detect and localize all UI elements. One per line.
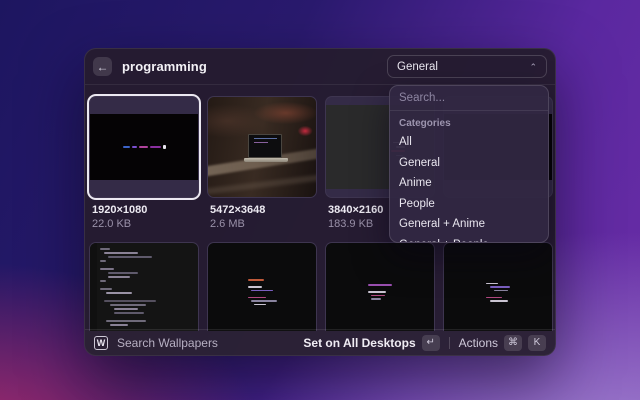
category-select[interactable]: General ⌃: [387, 55, 547, 78]
header: ← programming General ⌃: [85, 49, 555, 85]
code-lines-decoration: [368, 284, 392, 302]
code-line: [104, 300, 156, 302]
thumbnail-image-snippet: [326, 243, 434, 331]
code-line: [490, 300, 508, 302]
code-lines-decoration: [248, 279, 277, 307]
wallpaper-tile-5: [89, 242, 199, 331]
actions-button[interactable]: Actions: [459, 336, 498, 350]
code-line: [100, 260, 106, 262]
thumbnail-image-editor: [90, 243, 198, 331]
dropdown-item-anime[interactable]: Anime: [390, 173, 548, 194]
code-line: [100, 268, 114, 270]
thumbnail-image-terminal: [90, 114, 198, 180]
dropdown-item-all[interactable]: All: [390, 132, 548, 153]
app-icon-letter: W: [97, 338, 106, 348]
photo-laptop-screen: [248, 134, 282, 158]
back-button[interactable]: ←: [93, 57, 112, 76]
code-line: [114, 312, 144, 314]
dropdown-section-label: Categories: [390, 111, 548, 132]
tile-filesize: 22.0 KB: [92, 218, 199, 230]
code-line: [251, 290, 273, 292]
code-line: [494, 290, 508, 292]
wallpaper-tile-7: [325, 242, 435, 331]
wallpaper-tile-6: [207, 242, 317, 331]
dropdown-search-input[interactable]: [390, 86, 548, 111]
code-line: [106, 292, 132, 294]
code-line: [100, 280, 106, 282]
code-line: [106, 320, 146, 322]
code-line: [114, 308, 138, 310]
code-line: [100, 288, 112, 290]
code-line: [110, 324, 128, 326]
dropdown-item-general[interactable]: General: [390, 153, 548, 174]
command-key-icon: ⌘: [504, 335, 522, 351]
code-line: [104, 252, 138, 254]
code-line: [108, 276, 130, 278]
code-line: [486, 297, 502, 299]
extension-name: Search Wallpapers: [117, 336, 218, 350]
code-line: [251, 300, 277, 302]
footer-actions: Set on All Desktops ↵ Actions ⌘ K: [303, 335, 546, 351]
code-lines-decoration: [486, 283, 510, 304]
code-line: [248, 286, 262, 288]
dropdown-item-people[interactable]: People: [390, 194, 548, 215]
enter-key-icon: ↵: [422, 335, 440, 351]
category-dropdown-panel: Categories All General Anime People Gene…: [389, 85, 549, 243]
footer-bar: W Search Wallpapers Set on All Desktops …: [85, 329, 555, 355]
code-line: [368, 291, 386, 293]
code-line: [248, 279, 264, 281]
back-arrow-icon: ←: [97, 61, 109, 73]
code-line: [248, 297, 266, 299]
terminal-prompt-decoration: [123, 145, 166, 149]
dropdown-item-general-anime[interactable]: General + Anime: [390, 214, 548, 235]
wallpaper-thumbnail-7[interactable]: [325, 242, 435, 331]
code-line: [371, 298, 381, 300]
wallpapers-app-icon: W: [94, 336, 108, 350]
grid-row-2: [89, 242, 551, 331]
category-select-value: General: [397, 61, 438, 73]
code-lines-decoration: [100, 248, 194, 326]
dropdown-item-general-people[interactable]: General + People: [390, 235, 548, 244]
primary-action-button[interactable]: Set on All Desktops: [303, 336, 415, 350]
tile-resolution: 5472×3648: [210, 204, 317, 216]
k-key-icon: K: [528, 335, 546, 351]
wallpaper-tile-8: [443, 242, 553, 331]
search-query-text[interactable]: programming: [122, 59, 207, 74]
code-line: [490, 286, 510, 288]
wallpaper-thumbnail-2[interactable]: [207, 96, 317, 198]
code-line: [108, 272, 138, 274]
code-line: [486, 283, 498, 285]
wallpaper-thumbnail-8[interactable]: [443, 242, 553, 331]
code-line: [371, 295, 385, 297]
code-line: [108, 256, 152, 258]
thumbnail-image-laptop-photo: [208, 97, 316, 197]
tile-filesize: 2.6 MB: [210, 218, 317, 230]
code-line: [368, 284, 392, 286]
code-line: [254, 304, 266, 306]
footer-divider: [449, 337, 450, 349]
wallpaper-thumbnail-6[interactable]: [207, 242, 317, 331]
tile-resolution: 1920×1080: [92, 204, 199, 216]
photo-laptop-base: [244, 158, 288, 162]
wallpaper-thumbnail-1[interactable]: [89, 96, 199, 198]
thumbnail-image-snippet: [208, 243, 316, 331]
chevron-up-icon: ⌃: [529, 62, 537, 73]
code-line: [100, 248, 110, 250]
photo-curb2-decoration: [207, 172, 317, 195]
thumbnail-image-snippet: [444, 243, 552, 331]
wallpaper-tile-1: 1920×1080 22.0 KB: [89, 96, 199, 230]
app-window: ← programming General ⌃ 1920×1080 22.0 K…: [84, 48, 556, 356]
editor-gutter: [90, 243, 97, 331]
code-line: [110, 304, 146, 306]
wallpaper-tile-2: 5472×3648 2.6 MB: [207, 96, 317, 230]
wallpaper-thumbnail-5[interactable]: [89, 242, 199, 331]
